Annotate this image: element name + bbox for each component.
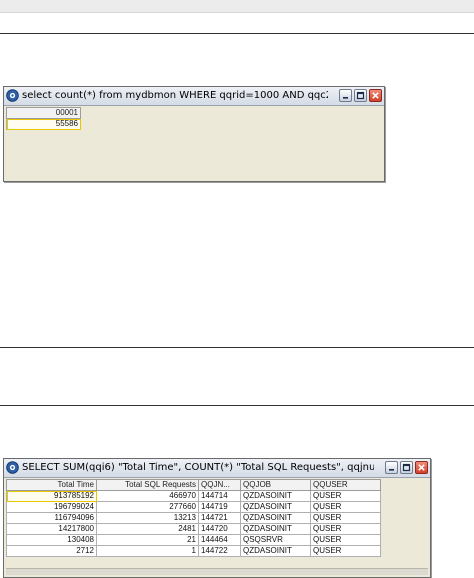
table-cell[interactable]: QUSER [310, 534, 381, 546]
table-cell[interactable]: QUSER [310, 490, 381, 502]
divider-line [0, 405, 474, 406]
result-grid-area[interactable]: 00001 55586 [6, 107, 382, 179]
table-cell[interactable]: 913785192 [6, 490, 97, 502]
table-cell[interactable]: 196799024 [6, 501, 97, 513]
query-result-window-summary[interactable]: SELECT SUM(qqi6) "Total Time", COUNT(*) … [3, 458, 431, 578]
table-row[interactable]: 913785192 466970 144714 QZDASOINIT QUSER [6, 490, 381, 502]
table-row[interactable]: 55586 [6, 118, 81, 130]
table-cell[interactable]: 277660 [96, 501, 199, 513]
column-header[interactable]: Total SQL Requests [96, 479, 199, 491]
column-header[interactable]: QQUSER [310, 479, 381, 491]
table-cell[interactable]: 130408 [6, 534, 97, 546]
maximize-button[interactable] [354, 89, 367, 102]
table-cell[interactable]: QUSER [310, 545, 381, 557]
close-icon [372, 92, 379, 99]
close-button[interactable] [415, 461, 428, 474]
divider-line [0, 33, 474, 34]
window-title: SELECT SUM(qqi6) "Total Time", COUNT(*) … [22, 462, 374, 473]
column-header[interactable]: Total Time [6, 479, 97, 491]
table-cell[interactable]: QUSER [310, 523, 381, 535]
column-header[interactable]: 00001 [6, 107, 81, 119]
table-row[interactable]: 130408 21 144464 QSQSRVR QUSER [6, 534, 381, 546]
close-button[interactable] [369, 89, 382, 102]
table-cell[interactable]: QZDASOINIT [240, 490, 311, 502]
table-cell[interactable]: 466970 [96, 490, 199, 502]
result-table[interactable]: Total Time Total SQL Requests QQJN... QQ… [6, 479, 381, 557]
minimize-icon [389, 469, 394, 471]
app-icon [6, 89, 19, 102]
table-cell[interactable]: 55586 [6, 118, 81, 130]
minimize-button[interactable] [385, 461, 398, 474]
window-titlebar[interactable]: SELECT SUM(qqi6) "Total Time", COUNT(*) … [4, 459, 430, 478]
result-grid-area[interactable]: Total Time Total SQL Requests QQJN... QQ… [6, 479, 428, 575]
close-icon [418, 464, 425, 471]
maximize-icon [356, 91, 365, 100]
table-cell[interactable]: QZDASOINIT [240, 512, 311, 524]
table-cell[interactable]: 116794096 [6, 512, 97, 524]
table-cell[interactable]: 144714 [198, 490, 241, 502]
table-cell[interactable]: 144722 [198, 545, 241, 557]
result-table[interactable]: 00001 55586 [6, 107, 81, 130]
table-cell[interactable]: QUSER [310, 501, 381, 513]
table-row[interactable]: 116794096 13213 144721 QZDASOINIT QUSER [6, 512, 381, 524]
table-cell[interactable]: 14217800 [6, 523, 97, 535]
table-cell[interactable]: QSQSRVR [240, 534, 311, 546]
horizontal-scrollbar[interactable] [6, 568, 428, 575]
maximize-button[interactable] [400, 461, 413, 474]
window-titlebar[interactable]: select count(*) from mydbmon WHERE qqrid… [4, 87, 384, 106]
table-cell[interactable]: 2481 [96, 523, 199, 535]
minimize-button[interactable] [339, 89, 352, 102]
divider-line [0, 347, 474, 348]
app-icon [6, 461, 19, 474]
table-cell[interactable]: QZDASOINIT [240, 545, 311, 557]
column-header[interactable]: QQJOB [240, 479, 311, 491]
table-cell[interactable]: QZDASOINIT [240, 501, 311, 513]
table-cell[interactable]: 13213 [96, 512, 199, 524]
table-cell[interactable]: 144721 [198, 512, 241, 524]
minimize-icon [343, 97, 348, 99]
table-cell[interactable]: 1 [96, 545, 199, 557]
table-cell[interactable]: 2712 [6, 545, 97, 557]
maximize-icon [402, 463, 411, 472]
table-cell[interactable]: QUSER [310, 512, 381, 524]
query-result-window-count[interactable]: select count(*) from mydbmon WHERE qqrid… [3, 86, 385, 182]
table-cell[interactable]: QZDASOINIT [240, 523, 311, 535]
table-row[interactable]: 196799024 277660 144719 QZDASOINIT QUSER [6, 501, 381, 513]
top-toolbar-strip [0, 0, 474, 13]
column-header[interactable]: QQJN... [198, 479, 241, 491]
table-cell[interactable]: 21 [96, 534, 199, 546]
table-cell[interactable]: 144720 [198, 523, 241, 535]
table-cell[interactable]: 144464 [198, 534, 241, 546]
table-row[interactable]: 2712 1 144722 QZDASOINIT QUSER [6, 545, 381, 557]
table-cell[interactable]: 144719 [198, 501, 241, 513]
window-title: select count(*) from mydbmon WHERE qqrid… [22, 90, 328, 101]
table-row[interactable]: 14217800 2481 144720 QZDASOINIT QUSER [6, 523, 381, 535]
